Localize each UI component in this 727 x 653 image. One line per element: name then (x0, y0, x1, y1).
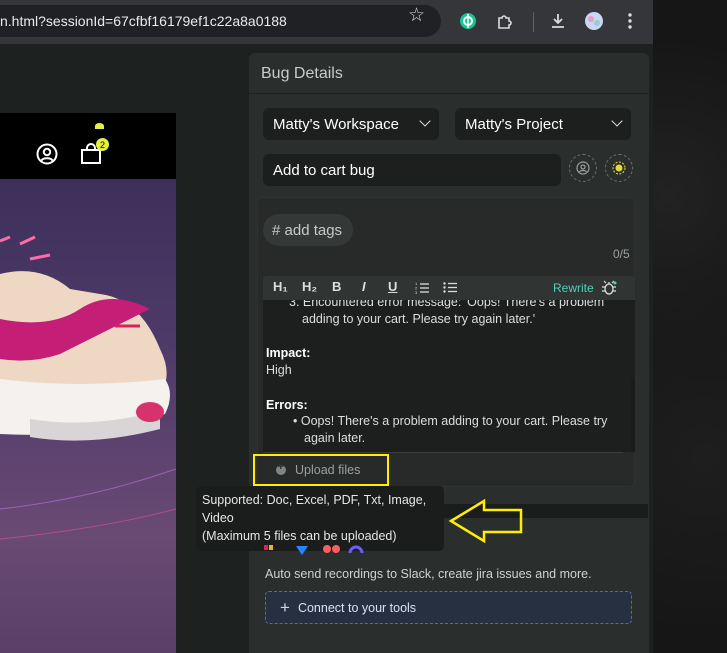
bold-button[interactable]: B (332, 279, 341, 294)
address-bar[interactable]: n.html?sessionId=67cfbf16179ef1c22a8a018… (0, 5, 441, 37)
integration-icons (264, 545, 374, 557)
italic-button[interactable]: I (362, 279, 366, 294)
toolbar-divider (533, 12, 534, 32)
workspace-select[interactable]: Matty's Workspace (263, 108, 439, 140)
project-select[interactable]: Matty's Project (455, 108, 631, 140)
svg-text:3: 3 (415, 290, 418, 294)
rewrite-button[interactable]: Rewrite (553, 281, 594, 295)
heading1-button[interactable]: H₁ (273, 279, 288, 294)
user-icon (576, 161, 590, 175)
connect-tools-label: Connect to your tools (297, 600, 417, 615)
editor-error-line2: again later. (304, 431, 366, 445)
shop-header (0, 113, 176, 179)
editor-error-line1: • Oops! There's a problem adding to your… (293, 414, 608, 428)
integrations-description: Auto send recordings to Slack, create ji… (265, 567, 592, 581)
sneaker-image (0, 235, 176, 540)
heading2-button[interactable]: H₂ (302, 279, 317, 294)
project-select-value: Matty's Project (465, 115, 563, 133)
panel-header-divider (249, 93, 649, 94)
upload-tooltip: Supported: Doc, Excel, PDF, Txt, Image, … (196, 486, 444, 551)
upload-files-button[interactable]: Upload files (253, 454, 389, 486)
editor-divider (263, 452, 623, 453)
desktop-background (653, 0, 727, 653)
workspace-select-value: Matty's Workspace (273, 115, 399, 133)
download-icon[interactable] (547, 10, 569, 32)
editor-step-3-line2: adding to your cart. Please try again la… (302, 312, 536, 326)
cart-badge-shadow (95, 123, 104, 129)
browser-menu-icon[interactable] (619, 10, 641, 32)
underline-button[interactable]: U (388, 279, 397, 294)
priority-button[interactable] (605, 154, 633, 182)
bug-title-input[interactable]: Add to cart bug (263, 154, 561, 186)
shop-page (0, 113, 176, 653)
extensions-puzzle-icon[interactable] (494, 10, 516, 32)
plus-icon: + (280, 597, 290, 617)
yellow-arrow-annotation-icon (448, 498, 523, 544)
assign-user-button[interactable] (569, 154, 597, 182)
account-icon[interactable] (36, 143, 58, 170)
profile-avatar-icon[interactable] (583, 10, 605, 32)
tag-counter: 0/5 (613, 247, 630, 261)
editor-step-3-line1: 3. Encountered error message: 'Oops! The… (289, 300, 605, 309)
product-hero-image (0, 179, 176, 653)
cart-count-badge: 2 (96, 138, 109, 151)
editor-scrollbar[interactable] (631, 378, 635, 452)
chevron-down-icon (419, 115, 431, 127)
editor-errors-label: Errors: (266, 398, 308, 412)
bug-description-editor[interactable]: 3. Encountered error message: 'Oops! The… (263, 300, 635, 452)
chevron-down-icon (611, 115, 623, 127)
priority-sun-icon (612, 161, 626, 175)
tooltip-line-2: Video (202, 511, 234, 525)
upload-plus-icon (276, 461, 286, 475)
panel-title: Bug Details (261, 65, 343, 82)
tooltip-line-1: Supported: Doc, Excel, PDF, Txt, Image, (202, 493, 427, 507)
tooltip-line-3: (Maximum 5 files can be uploaded) (202, 529, 397, 543)
bookmark-star-icon[interactable]: ☆ (408, 4, 425, 27)
rewrite-bug-icon[interactable] (600, 280, 618, 301)
bullet-list-icon[interactable] (443, 281, 457, 299)
ordered-list-icon[interactable]: 123 (415, 281, 429, 299)
extension-grammarly-icon[interactable] (457, 10, 479, 32)
browser-toolbar: n.html?sessionId=67cfbf16179ef1c22a8a018… (0, 0, 653, 44)
add-tags-button[interactable]: # add tags (263, 214, 353, 246)
upload-files-label: Upload files (295, 463, 361, 477)
url-text: n.html?sessionId=67cfbf16179ef1c22a8a018… (0, 13, 287, 29)
bug-title-value: Add to cart bug (273, 161, 375, 179)
editor-impact-value: High (266, 363, 292, 377)
connect-tools-button[interactable]: + Connect to your tools (265, 591, 632, 624)
add-tags-label: # add tags (272, 221, 343, 239)
editor-impact-label: Impact: (266, 346, 311, 360)
